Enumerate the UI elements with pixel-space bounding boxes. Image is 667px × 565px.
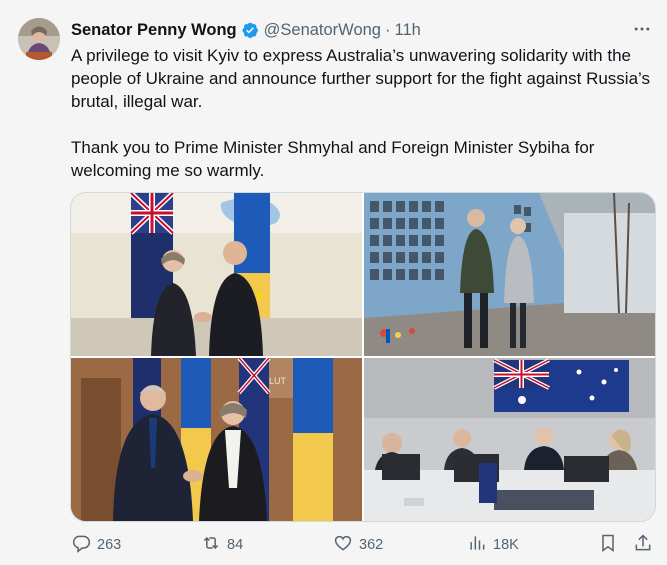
photo-memorial-wall[interactable] — [364, 193, 655, 356]
like-icon — [333, 533, 353, 557]
retweet-icon — [201, 533, 221, 557]
views-icon — [467, 533, 487, 557]
bookmark-icon — [598, 533, 618, 557]
reply-icon — [71, 533, 91, 557]
tweet-text: A privilege to visit Kyiv to express Aus… — [71, 44, 651, 182]
author-name[interactable]: Senator Penny Wong — [71, 21, 237, 40]
media-grid: SALUT — [70, 192, 656, 522]
photo-handshake-fm[interactable]: SALUT — [71, 358, 362, 521]
tweet[interactable]: Senator Penny Wong @SenatorWong · 11h A … — [0, 0, 667, 565]
tweet-paragraph: A privilege to visit Kyiv to express Aus… — [71, 46, 650, 111]
verified-badge-icon — [241, 21, 259, 39]
photo-handshake-pm[interactable] — [71, 193, 362, 356]
retweet-button[interactable]: 84 — [201, 533, 243, 557]
author-handle[interactable]: @SenatorWong — [264, 21, 381, 40]
avatar[interactable] — [18, 18, 60, 60]
reply-count: 263 — [97, 537, 122, 553]
tweet-paragraph: Thank you to Prime Minister Shmyhal and … — [71, 138, 595, 180]
views-count: 18K — [493, 537, 519, 553]
timestamp[interactable]: 11h — [395, 21, 421, 40]
bookmark-button[interactable] — [598, 533, 618, 557]
like-count: 362 — [359, 537, 384, 553]
retweet-count: 84 — [227, 537, 244, 553]
tweet-header: Senator Penny Wong @SenatorWong · 11h — [71, 18, 653, 42]
photo-meeting[interactable] — [364, 358, 655, 521]
reply-button[interactable]: 263 — [71, 533, 121, 557]
like-button[interactable]: 362 — [333, 533, 383, 557]
action-bar: 263 84 362 18K — [71, 532, 655, 558]
views-button[interactable]: 18K — [467, 533, 519, 557]
share-button[interactable] — [633, 533, 653, 557]
separator-dot: · — [385, 20, 391, 39]
more-icon[interactable] — [631, 18, 653, 40]
share-icon — [633, 533, 653, 557]
